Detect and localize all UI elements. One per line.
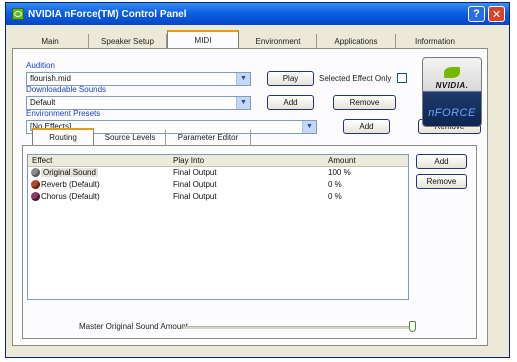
- routing-tab-strip: Routing Source Levels Parameter Editor: [22, 128, 282, 145]
- amount-cell: 0 %: [328, 180, 342, 189]
- effect-cell: Chorus (Default): [41, 192, 100, 201]
- logo-nforce: nFORCE: [428, 107, 476, 119]
- master-original-sound-label: Master Original Sound Amount: [79, 322, 188, 331]
- chevron-down-icon[interactable]: ▼: [236, 97, 250, 109]
- downloadable-sounds-dropdown[interactable]: Default ▼: [26, 96, 251, 110]
- selected-effect-only-checkbox[interactable]: [397, 73, 407, 83]
- logo-wordmark: NVIDIA.: [435, 81, 469, 90]
- audition-dropdown[interactable]: flourish.mid ▼: [26, 72, 251, 86]
- tab-midi[interactable]: MIDI: [167, 30, 239, 48]
- effect-cell: Original Sound: [41, 168, 98, 177]
- column-header-play-into[interactable]: Play Into: [173, 156, 204, 165]
- title-bar[interactable]: NVIDIA nForce(TM) Control Panel ? ✕: [6, 3, 509, 25]
- tab-parameter-editor[interactable]: Parameter Editor: [166, 130, 251, 145]
- routing-remove-button[interactable]: Remove: [416, 174, 467, 189]
- chevron-down-icon[interactable]: ▼: [236, 73, 250, 85]
- play-into-cell: Final Output: [173, 168, 217, 177]
- table-header: Effect Play Into Amount: [28, 155, 408, 167]
- routing-add-button[interactable]: Add: [416, 154, 467, 169]
- audition-value: flourish.mid: [30, 74, 71, 83]
- table-row[interactable]: Original Sound Final Output 100 %: [28, 167, 408, 179]
- reverb-icon: [31, 180, 40, 189]
- downloadable-sounds-remove-button[interactable]: Remove: [333, 95, 396, 110]
- amount-cell: 0 %: [328, 192, 342, 201]
- tab-environment[interactable]: Environment: [240, 34, 317, 48]
- column-header-amount[interactable]: Amount: [328, 156, 356, 165]
- tab-source-levels[interactable]: Source Levels: [95, 130, 166, 145]
- window-title: NVIDIA nForce(TM) Control Panel: [28, 8, 187, 20]
- tab-information[interactable]: Information: [396, 34, 474, 48]
- column-header-effect[interactable]: Effect: [32, 156, 52, 165]
- chorus-icon: [31, 192, 40, 201]
- table-row[interactable]: Reverb (Default) Final Output 0 %: [28, 179, 408, 191]
- table-row[interactable]: Chorus (Default) Final Output 0 %: [28, 191, 408, 203]
- chevron-down-icon[interactable]: ▼: [302, 121, 316, 133]
- tab-routing[interactable]: Routing: [32, 128, 94, 145]
- slider-thumb[interactable]: [409, 321, 416, 332]
- downloadable-sounds-label: Downloadable Sounds: [26, 85, 107, 94]
- amount-cell: 100 %: [328, 168, 351, 177]
- selected-effect-only-label: Selected Effect Only: [319, 74, 392, 83]
- nvidia-nforce-logo: NVIDIA. nFORCE: [422, 57, 482, 127]
- downloadable-sounds-value: Default: [30, 98, 56, 107]
- tab-main[interactable]: Main: [12, 34, 89, 48]
- main-tab-strip: Main Speaker Setup MIDI Environment Appl…: [12, 30, 486, 48]
- environment-presets-label: Environment Presets: [26, 109, 101, 118]
- nvidia-eye-icon: [444, 67, 460, 78]
- master-original-sound-slider[interactable]: [183, 326, 413, 329]
- speaker-icon: [31, 168, 40, 177]
- tab-speaker-setup[interactable]: Speaker Setup: [89, 34, 167, 48]
- effect-cell: Reverb (Default): [41, 180, 100, 189]
- routing-panel: Effect Play Into Amount Original Sound F…: [22, 145, 477, 339]
- routing-table[interactable]: Effect Play Into Amount Original Sound F…: [27, 154, 409, 300]
- nvidia-app-icon: [12, 8, 24, 20]
- play-into-cell: Final Output: [173, 180, 217, 189]
- help-button[interactable]: ?: [468, 6, 485, 22]
- tab-applications[interactable]: Applications: [317, 34, 396, 48]
- close-button[interactable]: ✕: [488, 6, 505, 22]
- play-button[interactable]: Play: [267, 71, 314, 86]
- play-into-cell: Final Output: [173, 192, 217, 201]
- environment-presets-add-button[interactable]: Add: [343, 119, 390, 134]
- downloadable-sounds-add-button[interactable]: Add: [267, 95, 314, 110]
- audition-label: Audition: [26, 61, 55, 70]
